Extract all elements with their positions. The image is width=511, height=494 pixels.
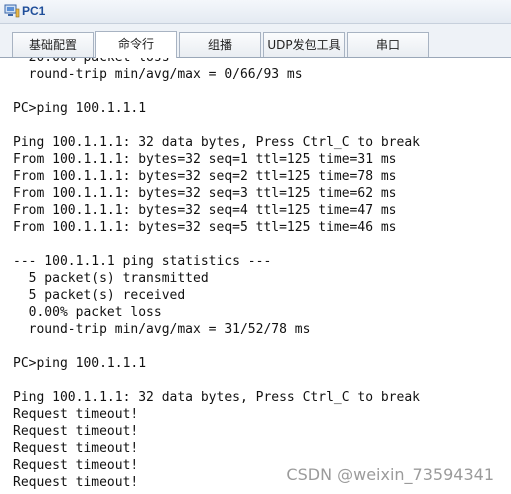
terminal-line: Ping 100.1.1.1: 32 data bytes, Press Ctr…	[13, 390, 420, 405]
terminal-line: round-trip min/avg/max = 0/66/93 ms	[13, 67, 303, 82]
terminal-line: From 100.1.1.1: bytes=32 seq=2 ttl=125 t…	[13, 169, 397, 184]
pc-icon	[4, 3, 20, 19]
terminal-line: 5 packet(s) received	[13, 288, 186, 303]
tab-bar: 基础配置 命令行 组播 UDP发包工具 串口	[0, 24, 511, 58]
terminal-line: Request timeout!	[13, 424, 139, 439]
window-title: PC1	[22, 4, 46, 18]
terminal-line: From 100.1.1.1: bytes=32 seq=3 ttl=125 t…	[13, 186, 397, 201]
tab-command-line[interactable]: 命令行	[95, 31, 177, 58]
terminal-line: Request timeout!	[13, 441, 139, 456]
terminal-line: 5 packet(s) transmitted	[13, 271, 209, 286]
terminal-output: 20.00% packet loss round-trip min/avg/ma…	[13, 58, 420, 491]
tab-udp-tool[interactable]: UDP发包工具	[263, 32, 345, 57]
command-line-terminal[interactable]: 20.00% packet loss round-trip min/avg/ma…	[0, 58, 511, 494]
pc1-window: PC1 基础配置 命令行 组播 UDP发包工具 串口 20.00% packet…	[0, 0, 511, 494]
terminal-line: 20.00% packet loss	[13, 58, 420, 66]
terminal-line: From 100.1.1.1: bytes=32 seq=4 ttl=125 t…	[13, 203, 397, 218]
terminal-line: --- 100.1.1.1 ping statistics ---	[13, 254, 272, 269]
tab-multicast[interactable]: 组播	[179, 32, 261, 57]
tab-basic-config[interactable]: 基础配置	[12, 32, 94, 57]
terminal-line: 0.00% packet loss	[13, 305, 162, 320]
tab-serial-port[interactable]: 串口	[347, 32, 429, 57]
terminal-line: round-trip min/avg/max = 31/52/78 ms	[13, 322, 311, 337]
terminal-line: From 100.1.1.1: bytes=32 seq=1 ttl=125 t…	[13, 152, 397, 167]
terminal-line: PC>ping 100.1.1.1	[13, 101, 147, 116]
terminal-line: Request timeout!	[13, 407, 139, 422]
terminal-line: Ping 100.1.1.1: 32 data bytes, Press Ctr…	[13, 135, 420, 150]
title-bar: PC1	[0, 0, 511, 24]
terminal-line: PC>ping 100.1.1.1	[13, 356, 147, 371]
terminal-line: From 100.1.1.1: bytes=32 seq=5 ttl=125 t…	[13, 220, 397, 235]
watermark-text: CSDN @weixin_73594341	[286, 465, 494, 484]
